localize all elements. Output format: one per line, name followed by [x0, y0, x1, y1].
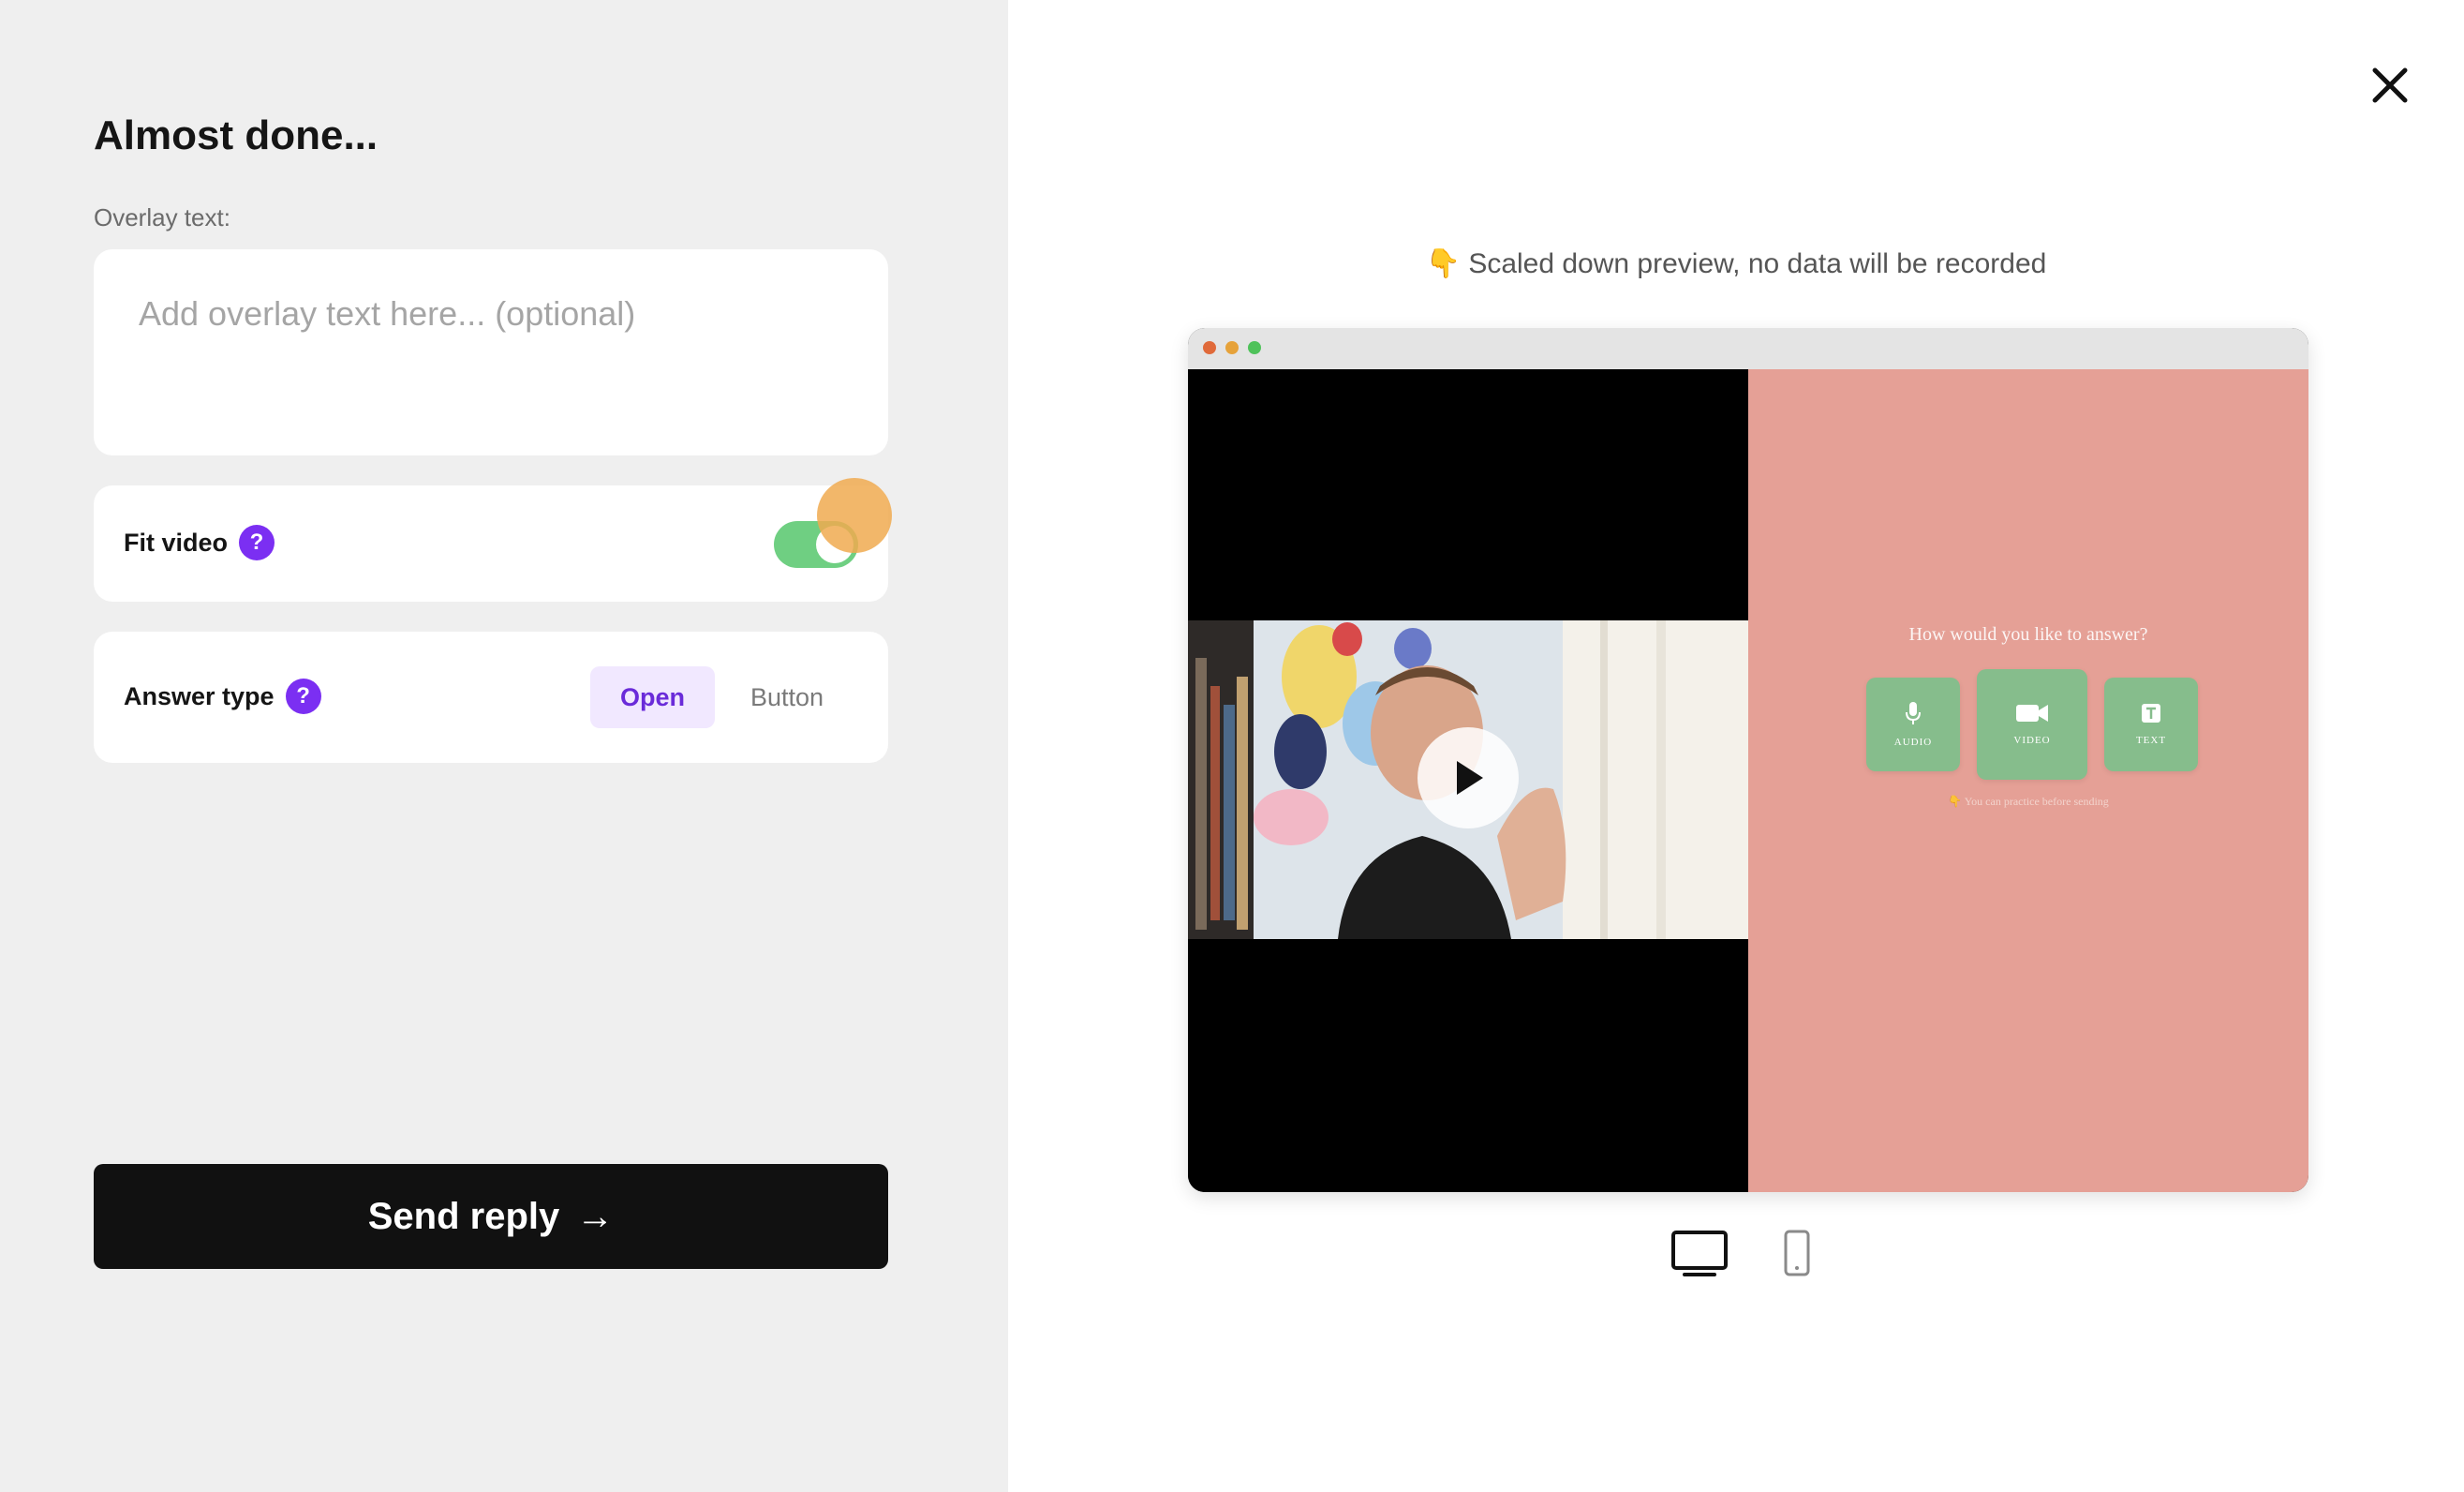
- preview-panel: 👇 Scaled down preview, no data will be r…: [1008, 0, 2464, 1492]
- browser-preview-frame: How would you like to answer? AUDIO VIDE…: [1188, 328, 2308, 1192]
- fit-video-label-group: Fit video ?: [124, 525, 275, 560]
- fit-video-help-icon[interactable]: ?: [239, 525, 275, 560]
- overlay-text-input[interactable]: [94, 249, 888, 455]
- answer-choice-audio-label: AUDIO: [1893, 737, 1933, 748]
- answer-choice-video-label: VIDEO: [2013, 735, 2051, 746]
- fit-video-label: Fit video: [124, 528, 229, 557]
- answer-type-label-group: Answer type ?: [124, 679, 321, 714]
- close-icon[interactable]: [2367, 62, 2413, 109]
- preview-note: 👇 Scaled down preview, no data will be r…: [1425, 248, 2047, 279]
- answer-choice-text[interactable]: TEXT: [2104, 678, 2198, 771]
- toggle-knob: [816, 526, 853, 563]
- fit-video-toggle[interactable]: [774, 521, 858, 568]
- browser-titlebar: [1188, 328, 2308, 369]
- text-icon: [2142, 704, 2160, 723]
- answer-type-card: Answer type ? Open Button: [94, 632, 888, 763]
- desktop-preview-icon[interactable]: [1670, 1230, 1729, 1283]
- overlay-text-field-container: [94, 249, 888, 455]
- fit-video-card: Fit video ?: [94, 478, 892, 602]
- answer-choice-video[interactable]: VIDEO: [1977, 669, 2087, 780]
- window-minimize-dot: [1225, 341, 1239, 354]
- window-close-dot: [1203, 341, 1216, 354]
- microphone-icon: [1906, 702, 1921, 724]
- video-camera-icon: [2016, 705, 2048, 722]
- settings-panel: Almost done... Overlay text: Fit video ?…: [0, 0, 1008, 1492]
- play-button[interactable]: [1418, 727, 1519, 828]
- video-pane: [1188, 369, 1748, 1192]
- overlay-text-label: Overlay text:: [94, 203, 230, 231]
- answer-type-open-option[interactable]: Open: [590, 666, 716, 728]
- video-thumbnail: [1188, 620, 1748, 939]
- answer-type-help-icon[interactable]: ?: [285, 679, 321, 714]
- page-title: Almost done...: [94, 112, 379, 158]
- answer-question: How would you like to answer?: [1908, 624, 2148, 645]
- play-icon: [1457, 761, 1483, 795]
- answer-type-segmented-control: Open Button: [590, 666, 853, 728]
- answer-type-label: Answer type: [124, 681, 275, 710]
- answer-choice-audio[interactable]: AUDIO: [1866, 678, 1960, 771]
- send-reply-label: Send reply: [367, 1195, 560, 1237]
- answer-pane: How would you like to answer? AUDIO VIDE…: [1748, 369, 2308, 1192]
- send-reply-button[interactable]: Send reply →: [94, 1164, 888, 1269]
- answer-choice-text-label: TEXT: [2135, 735, 2167, 746]
- window-maximize-dot: [1248, 341, 1261, 354]
- answer-type-button-option[interactable]: Button: [720, 666, 853, 728]
- answer-hint: 👇 You can practice before sending: [1948, 795, 2109, 808]
- arrow-right-icon: →: [576, 1195, 615, 1237]
- mobile-preview-icon[interactable]: [1782, 1230, 1812, 1283]
- answer-choices: AUDIO VIDEO TEXT: [1866, 669, 2198, 780]
